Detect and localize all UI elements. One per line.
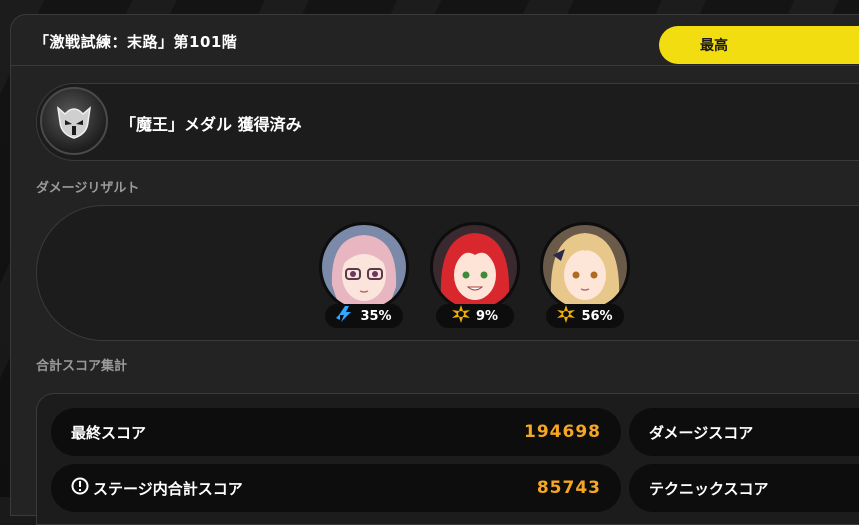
info-icon[interactable] [71,477,89,499]
stage-total-value: 85743 [536,478,601,498]
damage-score-label: ダメージスコア [649,423,754,442]
final-score-row: 最終スコア 194698 [51,408,621,456]
damage-percent-pill: 56% [546,304,624,328]
burst-icon [557,305,576,327]
score-summary-label: 合計スコア集計 [36,359,128,374]
damage-percent: 9% [475,308,499,324]
helmet-icon [40,87,108,155]
stage-title: 「激戦試練：末路」第101階 [34,33,238,51]
best-label: 最高 [700,38,728,54]
final-score-value: 194698 [524,422,601,442]
final-score-label: 最終スコア [71,423,147,442]
stage-total-label: ステージ内合計スコア [93,479,243,498]
stage-total-label-wrap: ステージ内合計スコア [71,477,243,499]
lightning-icon [336,306,354,326]
character-portrait [319,222,409,312]
damage-percent: 56% [581,308,613,324]
damage-result-label: ダメージリザルト [36,181,140,196]
damage-score-row: ダメージスコア [629,408,859,456]
title-bar: 「激戦試練：末路」第101階 最高 [11,15,859,66]
damage-percent-pill: 9% [436,304,514,328]
stage-total-row[interactable]: ステージ内合計スコア 85743 [51,464,621,512]
result-panel: 「激戦試練：末路」第101階 最高 「魔王」メダル 獲得済み ダメージリザルト [10,14,859,525]
damage-result-box: 35% 9% 56% [36,205,859,341]
score-summary-box: 最終スコア 194698 ダメージスコア ステージ内合計スコア 85743 テク… [36,393,859,525]
damage-percent: 35% [360,308,392,324]
technique-score-row: テクニックスコア [629,464,859,512]
burst-icon [451,305,470,327]
character-portrait [430,222,520,312]
medal-row: 「魔王」メダル 獲得済み [36,83,859,161]
character-portrait [540,222,630,312]
technique-score-label: テクニックスコア [649,479,769,498]
best-badge[interactable]: 最高 [659,26,859,64]
damage-percent-pill: 35% [325,304,403,328]
medal-status: 「魔王」メダル 獲得済み [120,115,302,134]
